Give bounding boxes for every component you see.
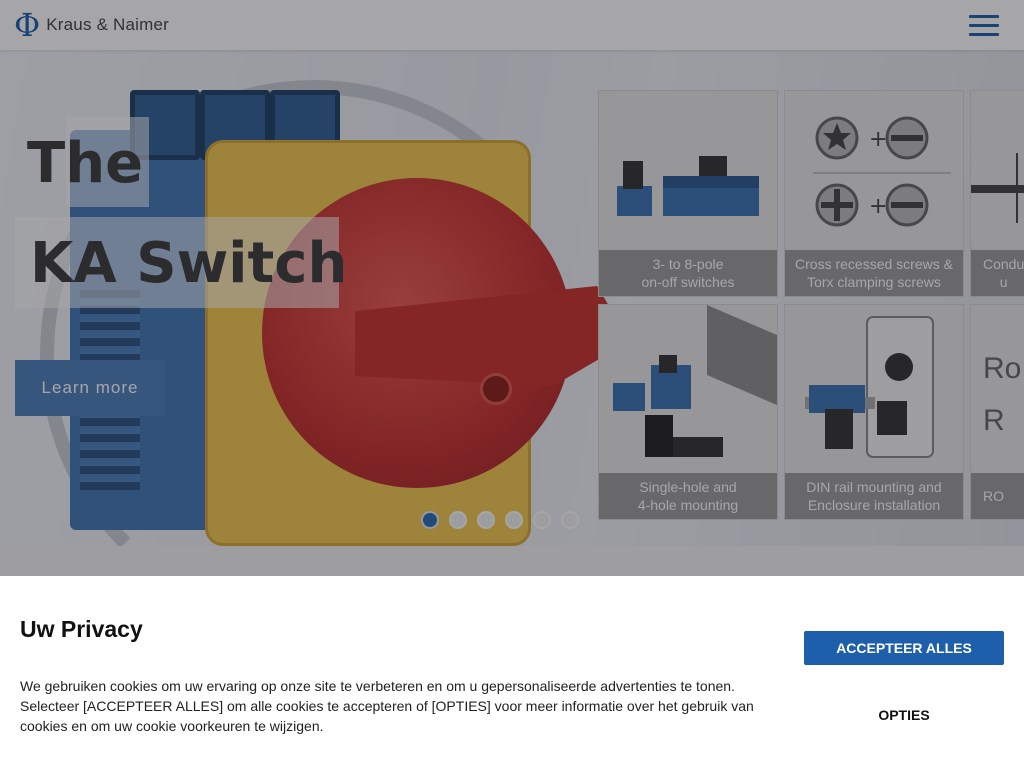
cookie-title: Uw Privacy — [20, 616, 143, 642]
options-button[interactable]: OPTIES — [804, 698, 1004, 732]
cookie-consent-banner: Uw Privacy We gebruiken cookies om uw er… — [0, 576, 1024, 768]
accept-all-button[interactable]: ACCEPTEER ALLES — [804, 631, 1004, 665]
cookie-description: We gebruiken cookies om uw ervaring op o… — [20, 678, 754, 734]
